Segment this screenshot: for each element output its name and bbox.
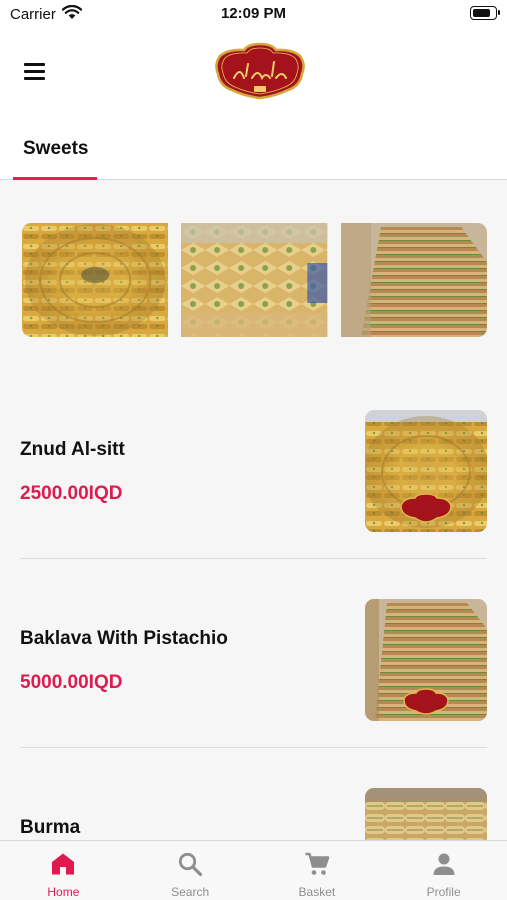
tab-profile-label: Profile [426,885,461,899]
battery-icon [470,6,500,20]
product-price: 2500.00IQD [20,483,123,504]
tab-home[interactable]: Home [0,841,127,900]
divider [20,558,487,559]
banner-image-baklava-pyramid [340,223,487,337]
tab-profile[interactable]: Profile [380,841,507,900]
bottom-tab-bar: Home Search Basket Profile [0,840,507,900]
product-price: 5000.00IQD [20,672,123,693]
tab-home-label: Home [47,885,80,899]
tab-basket-label: Basket [298,885,336,899]
person-icon [433,853,455,875]
product-item-baklava-with-pistachio[interactable]: Baklava With Pistachio 5000.00IQD [0,560,507,749]
product-name: Znud Al-sitt [20,439,125,460]
tab-sweets[interactable]: Sweets [13,120,97,180]
product-image [365,410,487,532]
tab-basket[interactable]: Basket [254,841,381,900]
tab-sweets-label: Sweets [23,138,89,159]
product-image [365,599,487,721]
tab-search-label: Search [171,885,210,899]
brand-logo[interactable] [214,42,306,100]
search-icon [179,852,203,877]
app-header: Sweets [0,30,507,180]
status-bar: Carrier 12:09 PM [0,0,507,30]
product-item-znud-al-sitt[interactable]: Znud Al-sitt 2500.00IQD [0,371,507,560]
product-name: Baklava With Pistachio [20,628,228,649]
status-time: 12:09 PM [220,5,287,22]
battery-level [473,9,490,17]
hamburger-menu-icon[interactable] [22,60,48,82]
cart-icon [305,852,330,875]
product-name: Burma [20,817,81,838]
home-icon [52,853,75,875]
divider [20,747,487,748]
banner-image-baklava-tray [181,223,328,337]
promo-banner[interactable] [22,223,487,337]
tab-active-indicator [13,177,97,180]
banner-image-znud [22,223,169,337]
tab-search[interactable]: Search [127,841,254,900]
